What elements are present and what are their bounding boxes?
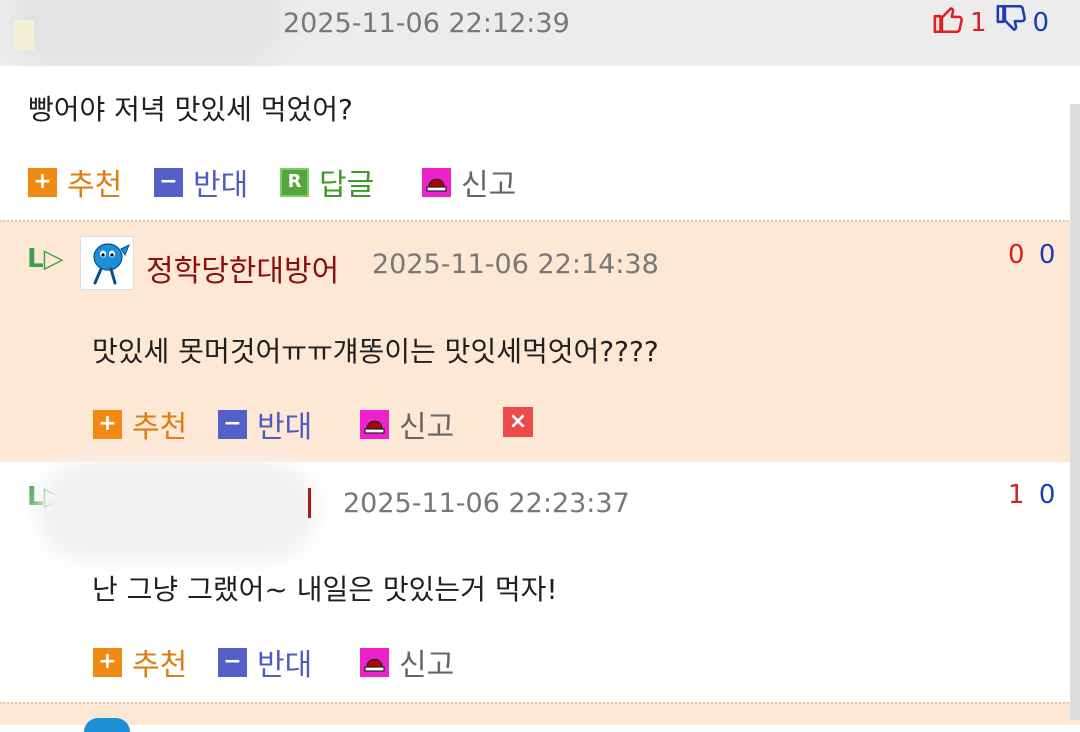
thumbs-up-icon[interactable] (932, 2, 966, 43)
reply-comment (0, 702, 1080, 732)
comment-date: 2025-11-06 22:23:37 (343, 488, 630, 519)
siren-icon (360, 647, 389, 677)
reply-label: 답글 (319, 168, 375, 203)
avatar[interactable] (84, 718, 130, 732)
scrollbar[interactable] (1070, 104, 1080, 720)
recommend-button[interactable]: + 추천 (28, 160, 122, 204)
recommend-label: 추천 (132, 410, 188, 445)
reply-icon: R (280, 167, 309, 197)
down-count: 0 (1032, 7, 1050, 38)
avatar[interactable] (80, 236, 134, 290)
oppose-label: 반대 (193, 168, 249, 203)
nickname-fragment (308, 488, 311, 518)
vote-counts: 0 0 (1008, 240, 1055, 270)
oppose-label: 반대 (257, 410, 313, 445)
down-count: 0 (1038, 240, 1056, 270)
oppose-label: 반대 (257, 648, 313, 683)
comment-text: 난 그냥 그랬어~ 내일은 맛있는거 먹자! (92, 573, 558, 606)
redacted-author-blur (52, 476, 302, 546)
siren-icon (360, 409, 389, 439)
comment-date: 2025-11-06 22:12:39 (283, 8, 570, 39)
report-button[interactable]: 신고 (360, 640, 454, 684)
report-label: 신고 (461, 168, 517, 203)
vote-counts: 1 0 (1008, 480, 1055, 510)
reply-comment: L▷ 정학당한대방어 2025-11-06 22:14:38 0 0 맛있세 못… (0, 220, 1080, 465)
recommend-label: 추천 (132, 648, 188, 683)
comment-date: 2025-11-06 22:14:38 (372, 249, 659, 280)
siren-icon (422, 167, 451, 197)
plus-icon: + (93, 409, 122, 439)
reply-arrow-icon: L▷ (27, 244, 64, 274)
up-count: 1 (1008, 480, 1025, 510)
minus-icon: − (218, 647, 247, 677)
plus-icon: + (93, 647, 122, 677)
down-count: 0 (1038, 480, 1056, 510)
comment-body: 빵어야 저녁 맛있세 먹었어? + 추천 − 반대 R 답글 신고 (0, 66, 1080, 220)
report-label: 신고 (399, 648, 455, 683)
recommend-label: 추천 (67, 168, 123, 203)
delete-button[interactable]: × (503, 407, 533, 437)
comment-header: 2025-11-06 22:12:39 1 0 (0, 0, 1080, 66)
thumbs-down-icon[interactable] (995, 2, 1029, 43)
oppose-button[interactable]: − 반대 (218, 402, 312, 446)
up-count: 1 (970, 7, 987, 38)
oppose-button[interactable]: − 반대 (218, 640, 312, 684)
plus-icon: + (28, 167, 57, 197)
report-button[interactable]: 신고 (422, 160, 516, 204)
recommend-button[interactable]: + 추천 (93, 640, 187, 684)
nickname[interactable]: 정학당한대방어 (146, 246, 339, 290)
report-button[interactable]: 신고 (360, 402, 454, 446)
vote-counts: 1 0 (932, 2, 1049, 43)
oppose-button[interactable]: − 반대 (154, 160, 248, 204)
minus-icon: − (154, 167, 183, 197)
comment-text: 빵어야 저녁 맛있세 먹었어? (28, 93, 353, 126)
avatar (14, 20, 34, 50)
comment-text: 맛있세 못머것어ㅠㅠ걔똥이는 맛잇세먹엇어???? (92, 335, 659, 368)
minus-icon: − (218, 409, 247, 439)
close-icon: × (503, 407, 533, 437)
reply-comment: L▷ 2025-11-06 22:23:37 1 0 난 그냥 그랬어~ 내일은… (0, 462, 1080, 702)
redacted-author-blur (28, 0, 268, 50)
report-label: 신고 (399, 410, 455, 445)
recommend-button[interactable]: + 추천 (93, 402, 187, 446)
up-count: 0 (1008, 240, 1025, 270)
reply-button[interactable]: R 답글 (280, 160, 374, 204)
